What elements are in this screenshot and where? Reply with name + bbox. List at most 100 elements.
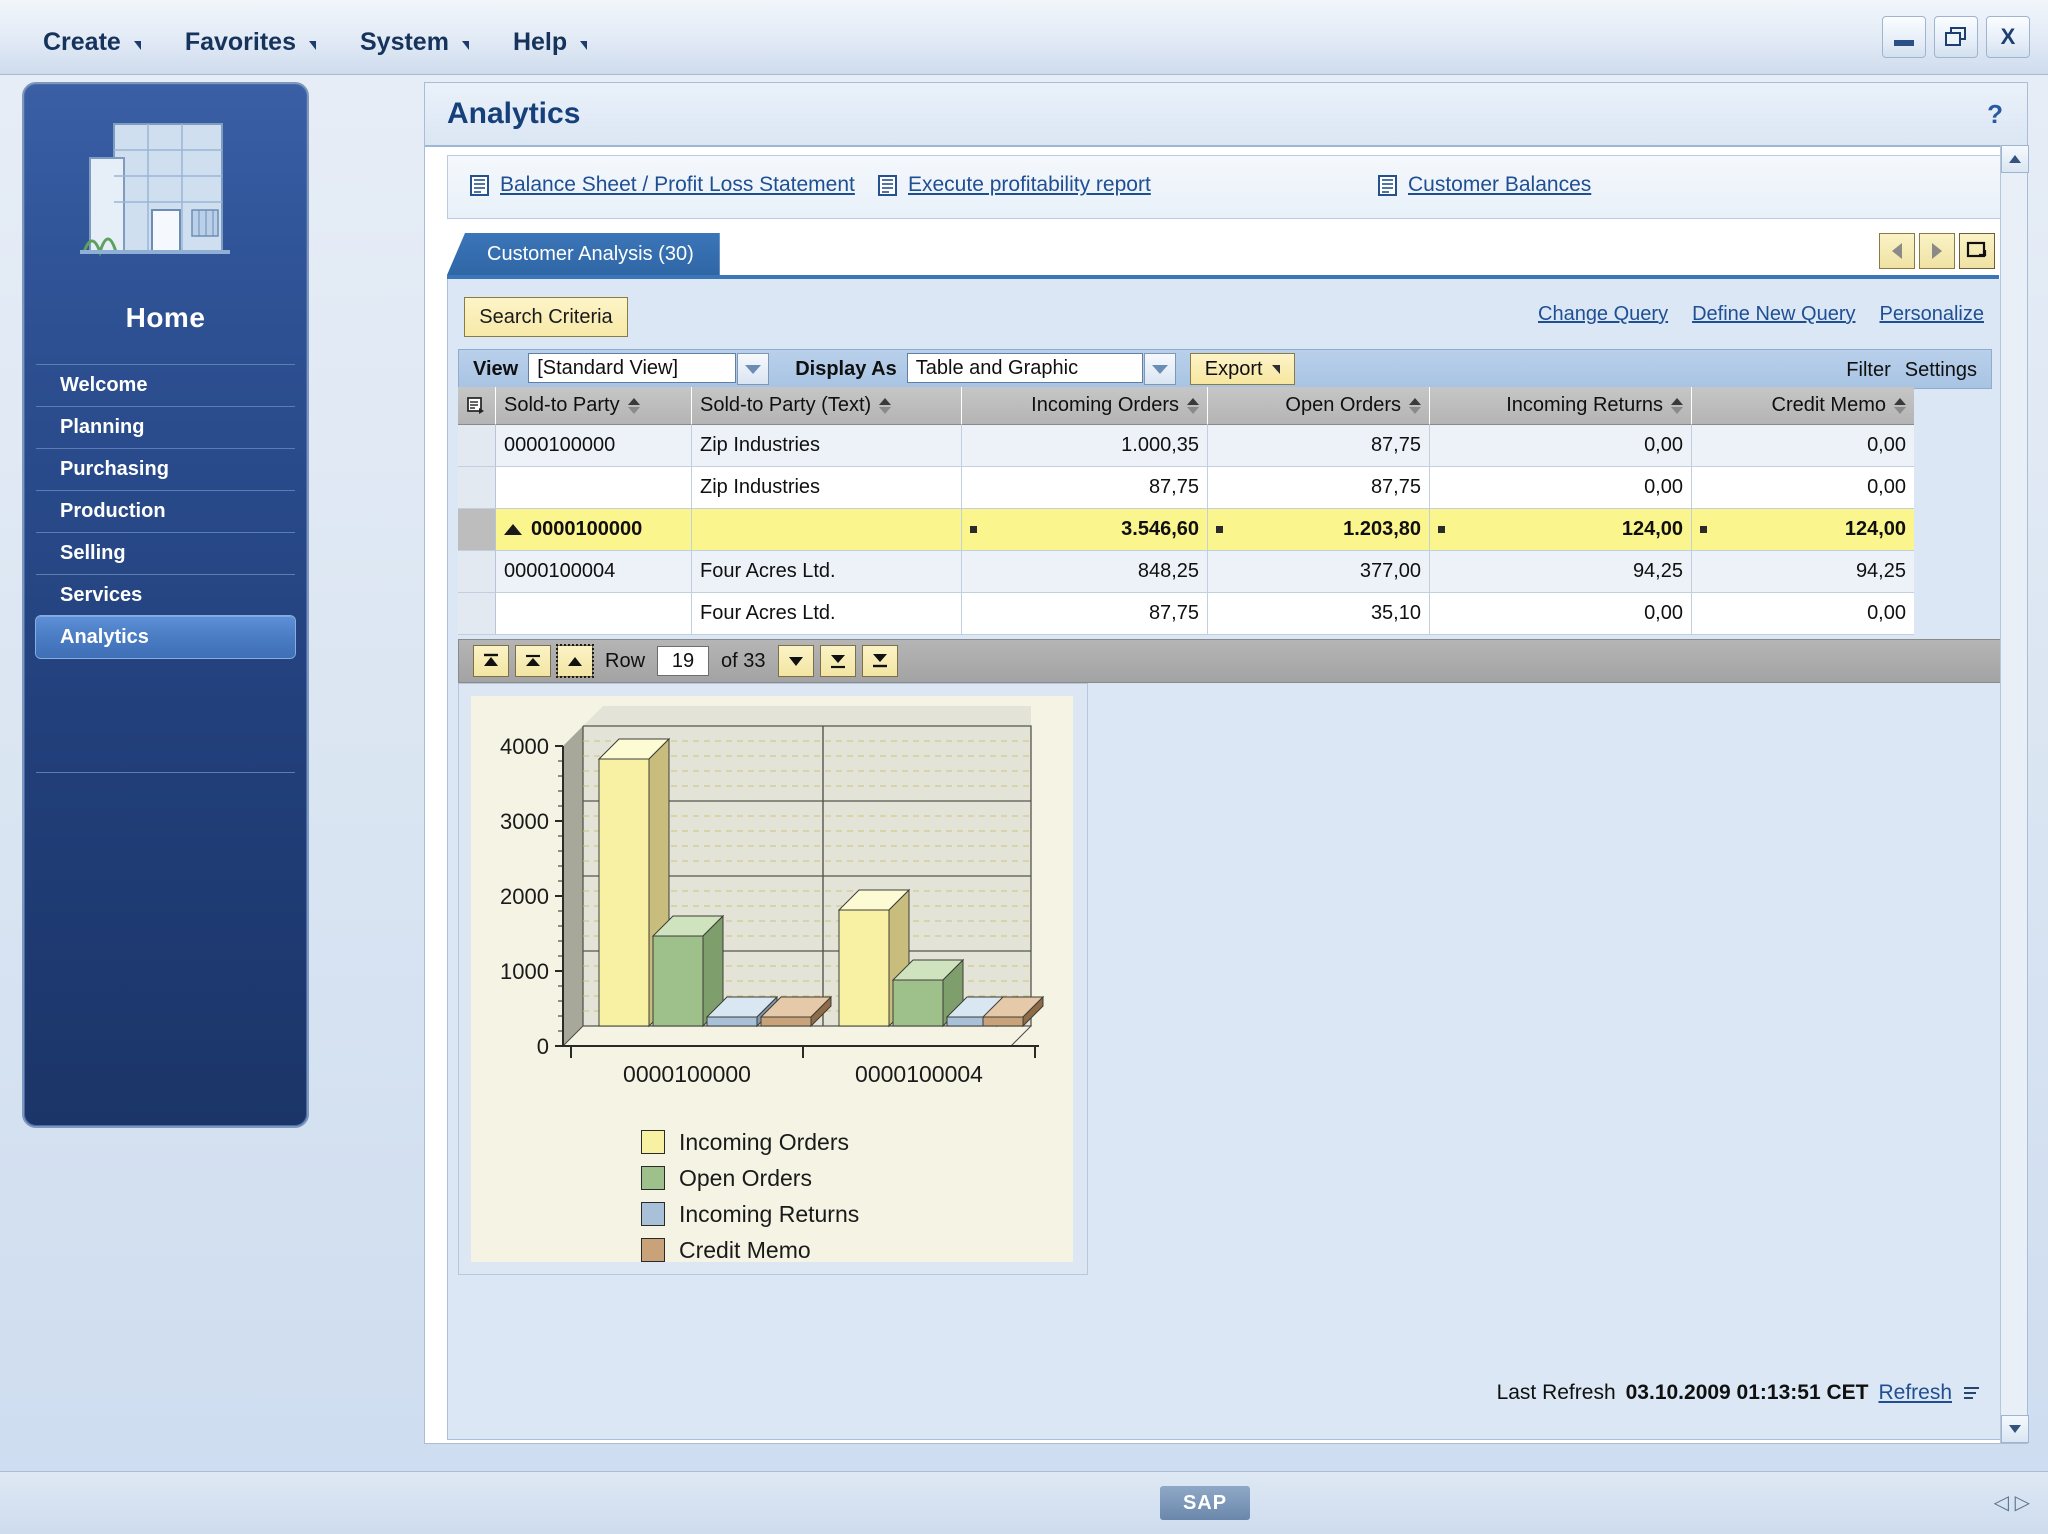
- content-scrollbar[interactable]: [2000, 145, 2027, 1443]
- menu-item-favorites[interactable]: Favorites: [177, 24, 330, 61]
- sidebar-item-production[interactable]: Production: [36, 490, 295, 532]
- search-criteria-button[interactable]: Search Criteria: [464, 297, 628, 337]
- last-row-button[interactable]: [862, 645, 898, 677]
- prev-row-icon: [565, 652, 585, 670]
- display-as-select[interactable]: Table and Graphic: [907, 353, 1176, 385]
- tab-prev-button[interactable]: [1879, 233, 1915, 269]
- sidebar-item-services[interactable]: Services: [36, 574, 295, 616]
- menu-item-help[interactable]: Help: [505, 24, 601, 61]
- personalize-link[interactable]: Personalize: [1879, 303, 1984, 326]
- restore-button[interactable]: [1934, 16, 1978, 58]
- chevron-down-icon: [309, 41, 316, 50]
- quick-link-balance-sheet[interactable]: Balance Sheet / Profit Loss Statement: [470, 173, 855, 197]
- chart-canvas: 0 1000 2000 3000 4000: [471, 696, 1073, 1262]
- cell-incoming-orders: 1.000,35: [962, 425, 1208, 467]
- help-icon[interactable]: ?: [1987, 99, 2003, 130]
- y-tick-label: 0: [537, 1034, 549, 1059]
- view-select[interactable]: [Standard View]: [528, 353, 769, 385]
- prev-row-button[interactable]: [557, 645, 593, 677]
- chart-legend: Incoming Orders Open Orders Incoming Ret…: [641, 1124, 859, 1268]
- sidebar-item-label: Selling: [60, 542, 126, 564]
- column-header-incoming-orders[interactable]: Incoming Orders: [962, 387, 1208, 425]
- main-menu: Create Favorites System Help: [35, 24, 623, 61]
- refresh-link[interactable]: Refresh: [1878, 1381, 1952, 1405]
- chevron-up-icon: [2009, 155, 2021, 163]
- cell-incoming-returns: 0,00: [1430, 425, 1692, 467]
- marker-icon: [970, 526, 977, 533]
- table-row-selected[interactable]: 0000100000 3.546,60 1.203,80 124,00: [458, 509, 1990, 551]
- chevron-down-icon[interactable]: [1144, 353, 1176, 385]
- scroll-down-button[interactable]: [2001, 1415, 2029, 1443]
- column-header-open-orders[interactable]: Open Orders: [1208, 387, 1430, 425]
- cell-incoming-orders: 848,25: [962, 551, 1208, 593]
- column-header-sold-to-party-text[interactable]: Sold-to Party (Text): [692, 387, 962, 425]
- tab-customer-analysis[interactable]: Customer Analysis (30): [447, 233, 720, 275]
- quick-link-profitability-report[interactable]: Execute profitability report: [878, 173, 1151, 197]
- quick-link-customer-balances[interactable]: Customer Balances: [1378, 173, 1591, 197]
- column-header-incoming-returns[interactable]: Incoming Returns: [1430, 387, 1692, 425]
- cell-sold-to-party-text: [692, 509, 962, 551]
- chevron-down-icon: [1272, 365, 1280, 374]
- cell-sold-to-party-text: Four Acres Ltd.: [692, 593, 962, 635]
- column-header-sold-to-party[interactable]: Sold-to Party: [496, 387, 692, 425]
- menu-item-label: Favorites: [185, 28, 296, 56]
- menu-icon[interactable]: [1962, 1384, 1982, 1402]
- cell-value: 1.203,80: [1343, 518, 1421, 541]
- row-select-cell[interactable]: [458, 425, 496, 467]
- export-button[interactable]: Export: [1190, 353, 1295, 385]
- column-header-credit-memo[interactable]: Credit Memo: [1692, 387, 1914, 425]
- menu-item-system[interactable]: System: [352, 24, 483, 61]
- y-tick-label: 1000: [500, 959, 549, 984]
- display-as-value: Table and Graphic: [907, 353, 1143, 383]
- table-row[interactable]: 0000100004 Four Acres Ltd. 848,25 377,00…: [458, 551, 1990, 593]
- row-select-cell[interactable]: [458, 593, 496, 635]
- chevron-down-icon[interactable]: [737, 353, 769, 385]
- legend-swatch-incoming-orders: [641, 1130, 665, 1154]
- sidebar-item-purchasing[interactable]: Purchasing: [36, 448, 295, 490]
- row-select-cell[interactable]: [458, 551, 496, 593]
- tab-detach-button[interactable]: [1959, 233, 1995, 269]
- application-window: Create Favorites System Help: [0, 0, 2048, 1534]
- sidebar-item-welcome[interactable]: Welcome: [36, 364, 295, 406]
- tab-label: Customer Analysis (30): [487, 243, 694, 265]
- tab-next-button[interactable]: [1919, 233, 1955, 269]
- table-row[interactable]: 0000100000 Zip Industries 1.000,35 87,75…: [458, 425, 1990, 467]
- select-all-header[interactable]: [458, 387, 496, 425]
- filter-button[interactable]: Filter: [1846, 359, 1890, 382]
- prev-page-button[interactable]: [515, 645, 551, 677]
- column-label: Credit Memo: [1772, 394, 1886, 417]
- sort-icon: [1409, 398, 1421, 414]
- table-row[interactable]: Four Acres Ltd. 87,75 35,10 0,00 0,00: [458, 593, 1990, 635]
- sidebar-item-selling[interactable]: Selling: [36, 532, 295, 574]
- minimize-button[interactable]: [1882, 16, 1926, 58]
- define-new-query-link[interactable]: Define New Query: [1692, 303, 1855, 326]
- cell-credit-memo: 0,00: [1692, 593, 1914, 635]
- change-query-link[interactable]: Change Query: [1538, 303, 1668, 326]
- next-page-button[interactable]: [820, 645, 856, 677]
- sidebar-item-label: Planning: [60, 416, 144, 438]
- cell-value: 124,00: [1622, 518, 1683, 541]
- row-select-cell[interactable]: [458, 467, 496, 509]
- row-input[interactable]: 19: [657, 646, 709, 676]
- first-row-button[interactable]: [473, 645, 509, 677]
- cell-open-orders: 377,00: [1208, 551, 1430, 593]
- menu-item-create[interactable]: Create: [35, 24, 155, 61]
- settings-button[interactable]: Settings: [1905, 359, 1977, 382]
- footer-resize-grip[interactable]: ◁ ▷: [1994, 1490, 2030, 1515]
- cell-value: 3.546,60: [1121, 518, 1199, 541]
- chevron-down-icon: [580, 41, 587, 50]
- close-button[interactable]: X: [1986, 16, 2030, 58]
- minimize-icon: [1894, 40, 1914, 46]
- row-select-cell[interactable]: [458, 509, 496, 551]
- scroll-up-button[interactable]: [2001, 145, 2029, 173]
- cell-sold-to-party: 0000100000: [496, 425, 692, 467]
- sidebar-item-analytics[interactable]: Analytics: [36, 616, 295, 658]
- sidebar-divider: [36, 772, 295, 773]
- table-row[interactable]: Zip Industries 87,75 87,75 0,00 0,00: [458, 467, 1990, 509]
- legend-swatch-credit-memo: [641, 1238, 665, 1262]
- sidebar: Home Welcome Planning Purchasing Product…: [22, 82, 309, 1128]
- column-label: Incoming Returns: [1506, 394, 1663, 417]
- sidebar-item-planning[interactable]: Planning: [36, 406, 295, 448]
- filter-settings-group: Filter Settings: [1846, 359, 1977, 382]
- next-row-button[interactable]: [778, 645, 814, 677]
